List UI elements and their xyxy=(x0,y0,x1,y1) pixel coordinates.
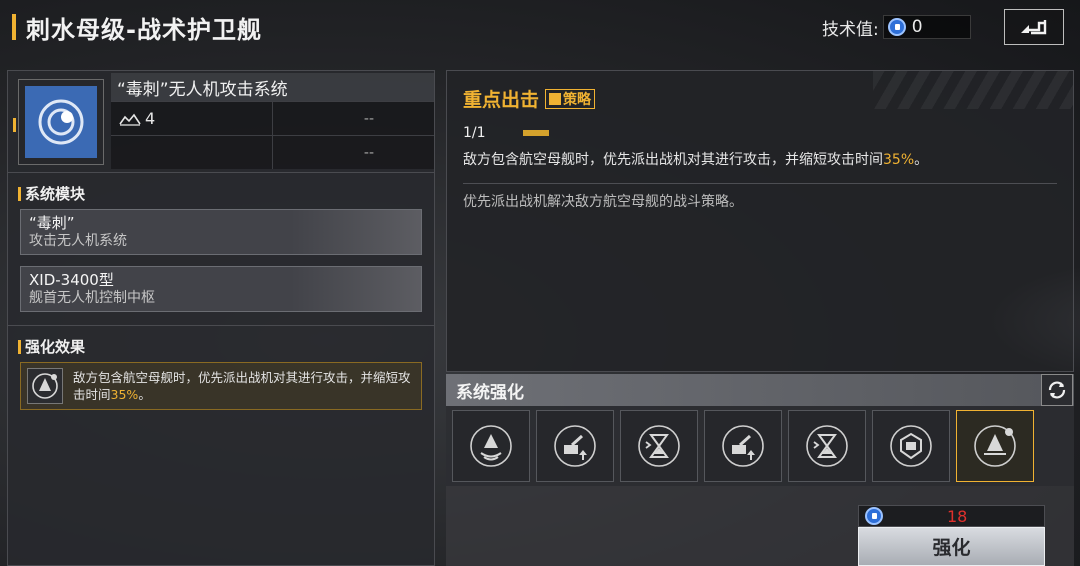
stat-row: -- xyxy=(111,135,434,169)
hourglass-icon xyxy=(638,425,680,467)
strategy-title: 重点出击 策略 xyxy=(463,85,596,112)
upgrade-cost: 18 xyxy=(858,505,1045,527)
enhance-slot-selected[interactable] xyxy=(956,410,1034,482)
effect-heading: 强化效果 xyxy=(18,336,85,357)
refresh-button[interactable] xyxy=(1041,374,1073,406)
aircraft-wave-icon xyxy=(470,425,512,467)
tech-gem-icon xyxy=(887,18,906,36)
enhance-slot[interactable] xyxy=(452,410,530,482)
strategy-panel: 重点出击 策略 1/1 敌方包含航空母舰时，优先派出战机对其进行攻击，并缩短攻击… xyxy=(446,70,1080,381)
tech-value: 0 xyxy=(911,17,923,37)
cannon-up-icon xyxy=(722,425,764,467)
stat-value: 4 xyxy=(145,109,156,128)
upgrade-button[interactable]: 强化 xyxy=(858,527,1045,566)
module-name: “毒刺”无人机攻击系统 xyxy=(111,73,434,101)
strategy-level: 1/1 xyxy=(463,125,549,141)
refresh-icon xyxy=(1048,381,1066,399)
strategy-badge-icon xyxy=(549,92,562,105)
enhance-slot[interactable] xyxy=(704,410,782,482)
page-title: 刺水母级-战术护卫舰 xyxy=(12,10,262,44)
systems-heading: 系统模块 xyxy=(18,183,85,204)
system-module-card[interactable]: “毒刺” 攻击无人机系统 xyxy=(20,209,422,255)
enhance-slot[interactable] xyxy=(872,410,950,482)
stat-empty: -- xyxy=(363,144,374,161)
enhance-slot[interactable] xyxy=(620,410,698,482)
carrier-strike-icon xyxy=(974,425,1016,467)
enhance-slot[interactable] xyxy=(536,410,614,482)
tech-value-box: 0 xyxy=(882,15,971,39)
stat-empty: -- xyxy=(363,110,374,127)
drone-art xyxy=(291,210,421,254)
tech-label: 技术值: xyxy=(822,19,879,40)
stat-row: 4 -- xyxy=(111,101,434,135)
module-icon-frame[interactable] xyxy=(13,79,104,165)
system-module-card[interactable]: XID-3400型 舰首无人机控制中枢 xyxy=(20,266,422,312)
cost-value: 18 xyxy=(947,507,968,526)
back-arrow-icon xyxy=(1021,20,1047,35)
tech-value-display: 技术值: 0 xyxy=(822,14,971,40)
title-accent-bar xyxy=(12,14,16,40)
strategy-subtitle: 优先派出战机解决敌方航空母舰的战斗策略。 xyxy=(463,194,743,210)
shield-drone-icon xyxy=(890,425,932,467)
ship-title: 刺水母级-战术护卫舰 xyxy=(26,15,262,44)
drone-art xyxy=(291,267,421,311)
enhance-heading: 系统强化 xyxy=(446,374,1074,406)
cannon-up-icon xyxy=(554,425,596,467)
crosshair-module-icon xyxy=(25,86,97,158)
level-bar xyxy=(523,130,549,136)
effect-text: 敌方包含航空母舰时，优先派出战机对其进行攻击，并缩短攻 击时间35%。 xyxy=(73,370,411,402)
level-icon xyxy=(119,113,141,126)
tech-gem-icon xyxy=(865,507,883,525)
enhance-slot[interactable] xyxy=(788,410,866,482)
carrier-strike-icon xyxy=(27,368,63,404)
module-panel: “毒刺”无人机攻击系统 4 -- -- 系统模块 “毒刺” 攻击无人机系统 XI… xyxy=(7,70,435,566)
hourglass-icon xyxy=(806,425,848,467)
strategy-desc: 敌方包含航空母舰时，优先派出战机对其进行攻击，并缩短攻击时间35%。 xyxy=(463,152,929,168)
effect-box: 敌方包含航空母舰时，优先派出战机对其进行攻击，并缩短攻 击时间35%。 xyxy=(20,362,422,410)
strategy-badge: 策略 xyxy=(545,88,596,109)
back-button[interactable] xyxy=(1004,9,1064,45)
enhance-slots xyxy=(446,406,1074,486)
